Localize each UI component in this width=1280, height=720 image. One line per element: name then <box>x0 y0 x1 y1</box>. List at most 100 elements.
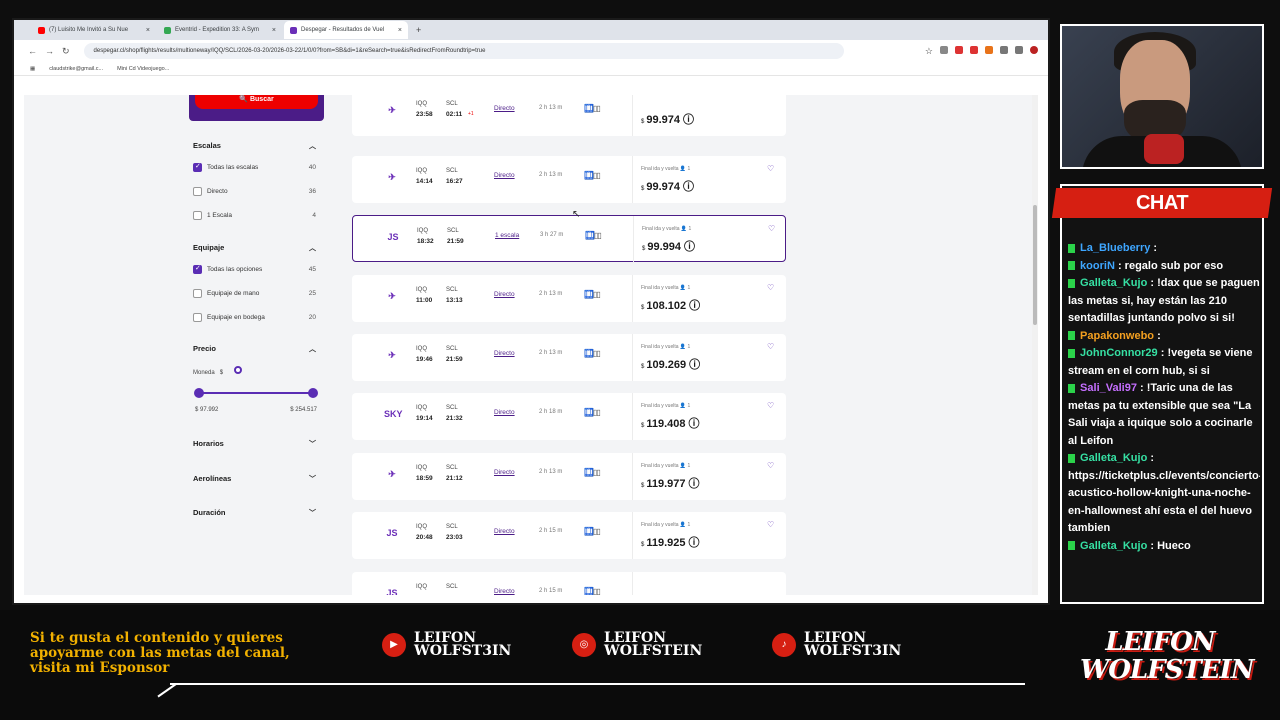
chat-username: Sali_Vali97 <box>1077 382 1140 394</box>
puzzle-icon[interactable] <box>1000 45 1008 54</box>
favorite-icon[interactable]: ♡ <box>768 224 775 233</box>
star-icon[interactable]: ☆ <box>925 46 933 57</box>
favorite-icon[interactable]: ♡ <box>767 401 774 410</box>
currency-radio[interactable] <box>234 366 242 374</box>
extension-icon[interactable] <box>940 45 948 54</box>
search-button[interactable]: 🔍 Buscar <box>189 95 324 121</box>
flight-price: $119.977 ⓘ <box>641 475 731 491</box>
filter-horarios[interactable]: Horarios ﹀ <box>193 439 316 448</box>
checkbox[interactable] <box>193 313 202 322</box>
filter-escalas-title[interactable]: Escalas ︿ <box>193 141 316 150</box>
filter-duracion[interactable]: Duración ﹀ <box>193 508 316 517</box>
url-field[interactable]: despegar.cl/shop/flights/results/multion… <box>83 43 844 59</box>
favorite-icon[interactable]: ♡ <box>767 164 774 173</box>
option-1-escala[interactable]: 1 Escala 4 <box>193 210 316 221</box>
checkbox[interactable] <box>193 289 202 298</box>
stops-link[interactable]: Directo <box>494 588 530 595</box>
price-value: 99.974 ⓘ <box>646 114 695 126</box>
flight-card[interactable]: ✈ IQQ 11:00 SCL 13:13 Directo 2 h 13 m 🛄▯▯ Final… <box>352 275 786 322</box>
fare-label: Final ida y vuelta 👤 1 <box>641 403 691 409</box>
price-value: 109.269 ⓘ <box>646 359 701 371</box>
youtube-icon <box>38 26 45 34</box>
new-tab-button[interactable]: + <box>416 25 421 35</box>
baggage-icon: 🛄▯▯ <box>584 171 601 180</box>
card-divider <box>632 334 633 381</box>
back-icon[interactable]: ← <box>28 46 37 56</box>
filter-equipaje-title[interactable]: Equipaje ︿ <box>193 243 316 252</box>
stops-link[interactable]: Directo <box>494 172 530 179</box>
profile-icon[interactable] <box>1030 45 1038 54</box>
chat-message: Galleta_Kujo : !dax que se paguen las me… <box>1068 275 1260 328</box>
slider-max-handle[interactable] <box>308 388 318 398</box>
chat-username: Galleta_Kujo <box>1077 539 1151 552</box>
stops-link[interactable]: Directo <box>494 409 530 416</box>
extension-icon[interactable] <box>955 45 963 54</box>
tab-youtube[interactable]: (7) Luisito Me Invitó a Su Nue × <box>32 21 156 39</box>
stops-link[interactable]: Directo <box>494 291 530 298</box>
close-tab-icon[interactable]: × <box>398 27 402 34</box>
favorite-icon[interactable]: ♡ <box>767 461 774 470</box>
stops-link[interactable]: Directo <box>494 528 530 535</box>
filter-precio-title[interactable]: Precio ︿ <box>193 344 316 353</box>
eventrid-icon <box>164 26 171 34</box>
next-day-indicator: +1 <box>468 111 474 117</box>
option-todas-escalas[interactable]: Todas las escalas40 <box>193 162 316 173</box>
departure-time: 18:32 <box>417 238 434 245</box>
origin-airport: IQQ <box>416 524 428 530</box>
checkbox[interactable] <box>193 264 202 274</box>
footer-divider <box>170 683 1025 685</box>
favorite-icon[interactable]: ♡ <box>767 283 774 292</box>
reload-icon[interactable]: ↻ <box>62 46 70 57</box>
extension-icon[interactable] <box>970 45 978 54</box>
favorite-icon[interactable]: ♡ <box>767 520 774 529</box>
currency-symbol: $ <box>641 305 645 311</box>
flight-card[interactable]: ✈ IQQ 23:58 SCL 02:11 +1 Directo 2 h 13 m 🛄▯▯ $99… <box>352 95 786 136</box>
flight-card[interactable]: SKY IQQ 19:14 SCL 21:32 Directo 2 h 18 m 🛄▯▯ Fin… <box>352 393 786 440</box>
airline-logo: JS <box>387 232 399 242</box>
slider-min-handle[interactable] <box>194 388 204 398</box>
page-scrollbar[interactable] <box>1032 95 1038 595</box>
currency-symbol: $ <box>641 119 645 125</box>
flight-duration: 2 h 13 m <box>539 350 563 356</box>
checkbox[interactable] <box>193 211 202 220</box>
stops-link[interactable]: Directo <box>494 469 530 476</box>
flight-card[interactable]: JS IQQ 18:32 SCL 21:59 1 escala 3 h 27 m 🛄▯▯ Fin… <box>352 215 786 263</box>
flight-card[interactable]: JS IQQ 20:48 SCL 23:03 Directo 2 h 15 m 🛄▯▯ Fina… <box>352 512 786 559</box>
menu-icon[interactable] <box>1015 45 1023 54</box>
scroll-thumb[interactable] <box>1033 205 1037 325</box>
stops-link[interactable]: 1 escala <box>495 232 531 239</box>
flight-card[interactable]: JS IQQ SCL Directo 2 h 15 m 🛄▯▯ <box>352 572 786 595</box>
departure-time: 19:46 <box>416 356 433 363</box>
filter-aerolineas[interactable]: Aerolíneas ﹀ <box>193 474 316 483</box>
close-tab-icon[interactable]: × <box>146 27 150 34</box>
option-equipaje-mano[interactable]: Equipaje de mano 25 <box>193 288 316 299</box>
origin-airport: IQQ <box>416 584 428 590</box>
flight-card[interactable]: ✈ IQQ 18:59 SCL 21:12 Directo 2 h 13 m 🛄▯▯ Final… <box>352 453 786 500</box>
checkbox[interactable] <box>193 187 202 196</box>
departure-time: 11:00 <box>416 297 433 304</box>
checkbox[interactable] <box>193 162 202 172</box>
close-tab-icon[interactable]: × <box>272 27 276 34</box>
bookmark-gmail[interactable]: claudstrike@gmail.c... <box>49 66 103 72</box>
stops-link[interactable]: Directo <box>494 105 530 112</box>
forward-icon[interactable]: → <box>45 46 54 56</box>
apps-icon[interactable]: ▦ <box>30 66 35 72</box>
option-directo[interactable]: Directo 36 <box>193 186 316 197</box>
card-divider <box>632 275 633 322</box>
price-slider[interactable] <box>194 388 318 398</box>
option-equipaje-bodega[interactable]: Equipaje en bodega 20 <box>193 312 316 323</box>
baggage-icon: 🛄▯▯ <box>584 408 601 417</box>
tab-eventrid[interactable]: Eventrid - Expedition 33: A Sym × <box>158 21 282 39</box>
destination-airport: SCL <box>446 524 458 530</box>
bookmark-mini-cd[interactable]: Mini Cd Videojuego... <box>117 66 169 72</box>
option-todas-opciones[interactable]: Todas las opciones45 <box>193 264 316 275</box>
subscriber-badge-icon <box>1068 278 1075 288</box>
tab-despegar[interactable]: Despegar - Resultados de Vuel × <box>284 21 408 39</box>
metamask-icon[interactable] <box>985 45 993 54</box>
destination-airport: SCL <box>446 101 458 107</box>
flight-card[interactable]: ✈ IQQ 14:14 SCL 16:27 Directo 2 h 13 m 🛄▯▯ Final… <box>352 156 786 203</box>
chevron-up-icon: ︿ <box>309 346 316 353</box>
stops-link[interactable]: Directo <box>494 350 530 357</box>
favorite-icon[interactable]: ♡ <box>767 342 774 351</box>
flight-card[interactable]: ✈ IQQ 19:46 SCL 21:59 Directo 2 h 13 m 🛄▯▯ Final… <box>352 334 786 381</box>
